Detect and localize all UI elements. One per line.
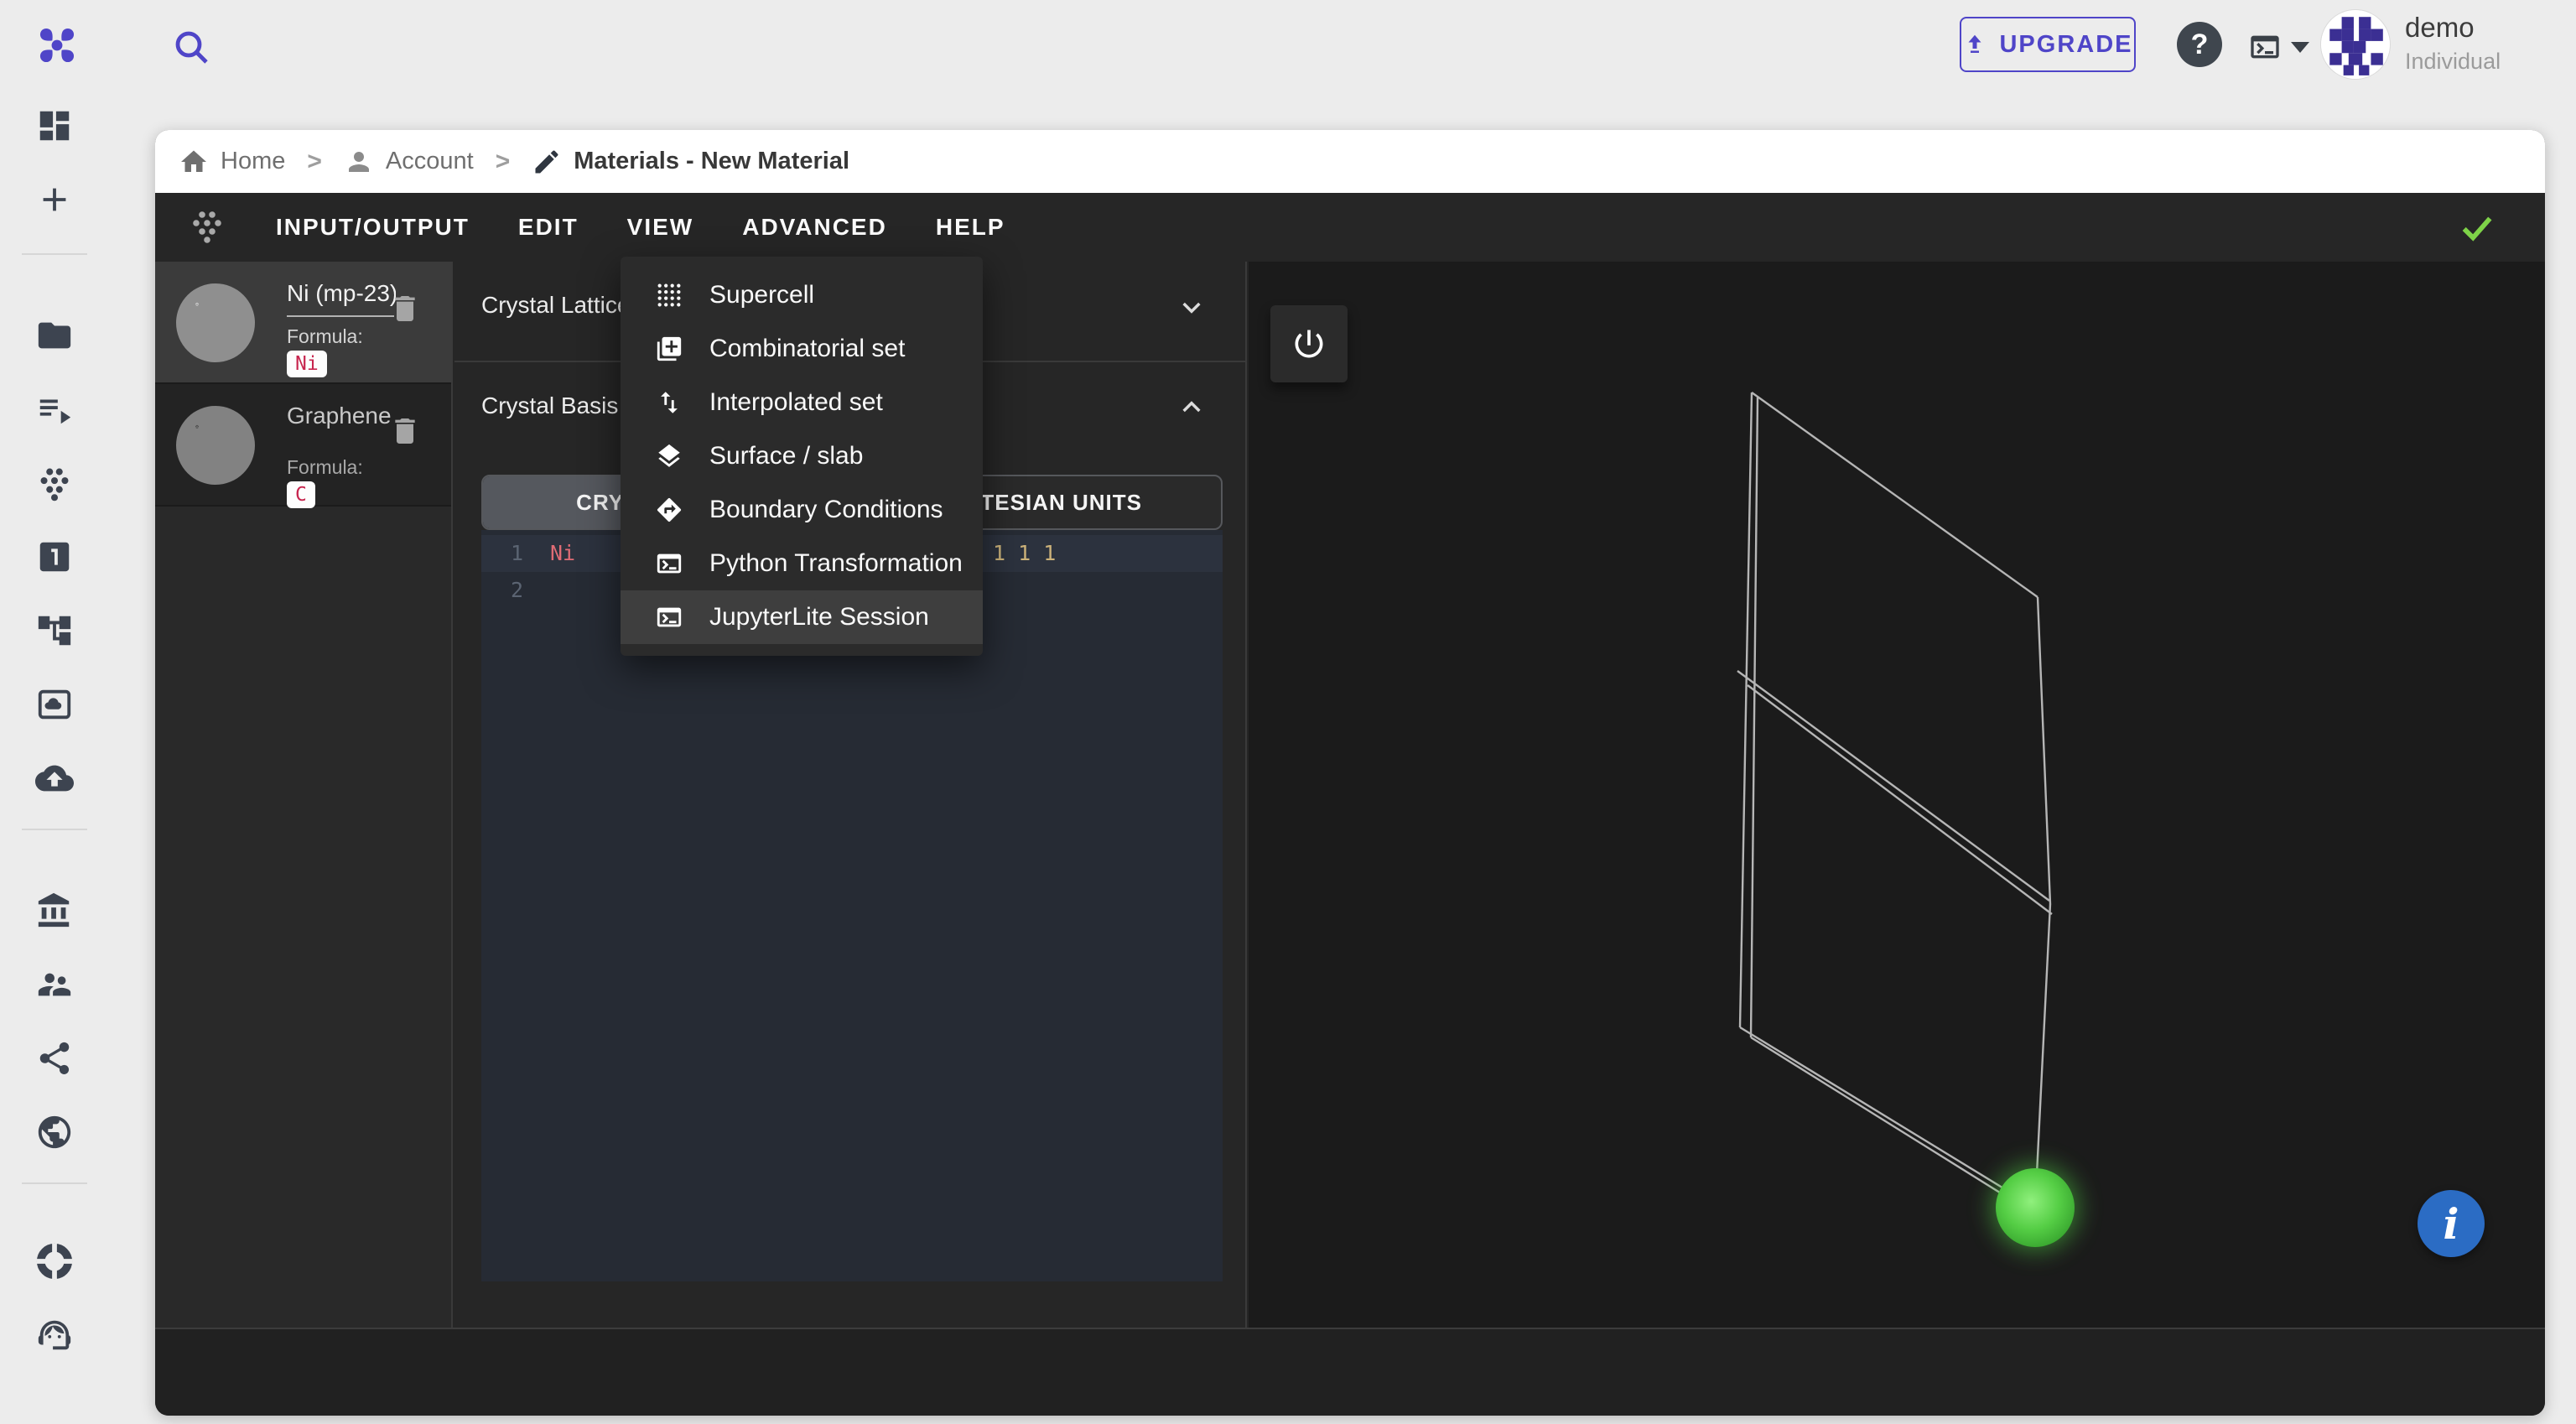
avatar[interactable] (2321, 10, 2390, 79)
constraints-token: 1 1 1 (993, 541, 1057, 565)
search-icon[interactable] (171, 27, 211, 67)
topbar: UPGRADE ? demo Individual (0, 0, 2576, 130)
atoms-cluster-icon (193, 211, 221, 243)
share-icon[interactable] (28, 1032, 81, 1085)
upgrade-button[interactable]: UPGRADE (1960, 17, 2136, 72)
terminal-icon (654, 548, 684, 579)
info-icon[interactable]: i (2418, 1190, 2485, 1257)
atom-sphere (1996, 1168, 2075, 1247)
user-name: demo (2405, 12, 2475, 43)
section-title: Crystal Basis (481, 392, 619, 418)
material-name: Ni (mp-23) (287, 280, 396, 306)
workspace: Ni (mp-23) Formula: Ni Graphene (... For… (155, 262, 2545, 1328)
formula-badge: Ni (287, 351, 327, 377)
layers-icon (654, 441, 684, 471)
formula-badge: C (287, 481, 315, 508)
rail-divider (22, 253, 87, 255)
advanced-dropdown-menu: Supercell Combinatorial set Interpolated… (621, 257, 983, 656)
material-name: Graphene (... (287, 403, 396, 429)
menu-item-interpolated-set[interactable]: Interpolated set (621, 376, 983, 429)
breadcrumb-account[interactable]: Account (344, 147, 474, 177)
breadcrumb: Home > Account > Materials - New Materia… (155, 130, 2545, 193)
upgrade-label: UPGRADE (1999, 30, 2133, 58)
section-title: Crystal Lattice (481, 292, 631, 318)
chevron-up-icon (1182, 401, 1201, 413)
menu-item-python-transformation[interactable]: Python Transformation (621, 537, 983, 590)
atoms-icon[interactable] (28, 456, 81, 510)
add-icon[interactable] (28, 173, 81, 226)
swap-vert-icon (654, 387, 684, 418)
globe-icon[interactable] (28, 1105, 81, 1159)
person-icon (348, 151, 369, 172)
help-icon[interactable]: ? (2177, 22, 2222, 67)
console-icon (2251, 35, 2279, 59)
user-plan: Individual (2405, 49, 2501, 74)
formula-label: Formula: (287, 456, 363, 478)
rail-divider (22, 829, 87, 830)
material-avatar-icon (176, 406, 255, 485)
menu-item-boundary-conditions[interactable]: Boundary Conditions (621, 483, 983, 537)
menu-view[interactable]: VIEW (627, 214, 694, 241)
element-token: Ni (550, 541, 576, 565)
bottom-toolbar (155, 1328, 2545, 1416)
breadcrumb-separator: > (307, 147, 322, 175)
menu-item-jupyterlite-session[interactable]: JupyterLite Session (621, 590, 983, 644)
dashboard-icon[interactable] (28, 99, 81, 153)
chevron-down-icon (1182, 302, 1201, 314)
materials-sidebar: Ni (mp-23) Formula: Ni Graphene (... For… (155, 262, 453, 1328)
account-tree-icon[interactable] (28, 604, 81, 657)
designer-menubar: INPUT/OUTPUT EDIT VIEW ADVANCED HELP (155, 193, 2545, 262)
looks-one-icon[interactable] (28, 530, 81, 584)
directions-icon (654, 495, 684, 525)
playlist-play-icon[interactable] (28, 382, 81, 436)
image-cloud-icon[interactable] (28, 678, 81, 731)
menu-edit[interactable]: EDIT (518, 214, 579, 241)
console-menu-button[interactable] (2246, 29, 2318, 65)
library-add-icon (654, 334, 684, 364)
formula-label: Formula: (287, 325, 363, 347)
home-icon (181, 150, 206, 172)
material-item-graphene[interactable]: Graphene (... Formula: C (155, 384, 451, 508)
trash-icon[interactable] (388, 290, 422, 329)
upgrade-icon (1968, 34, 1981, 53)
line-number: 1 (510, 541, 523, 565)
support-wheel-icon[interactable] (28, 1234, 81, 1288)
breadcrumb-current: Materials - New Material (532, 147, 849, 177)
menu-item-supercell[interactable]: Supercell (621, 268, 983, 322)
caret-down-icon (2291, 41, 2309, 53)
breadcrumb-separator: > (495, 147, 511, 175)
groups-icon[interactable] (28, 958, 81, 1011)
mat3ra-logo[interactable] (34, 22, 80, 69)
trash-icon[interactable] (388, 413, 422, 451)
power-icon[interactable] (1270, 305, 1348, 382)
breadcrumb-home[interactable]: Home (179, 147, 285, 177)
bank-icon[interactable] (28, 884, 81, 938)
rail-divider (22, 1182, 87, 1184)
menu-item-surface-slab[interactable]: Surface / slab (621, 429, 983, 483)
terminal-icon (654, 602, 684, 632)
check-icon[interactable] (2458, 208, 2496, 247)
menu-advanced[interactable]: ADVANCED (742, 214, 887, 241)
main-card: Home > Account > Materials - New Materia… (155, 130, 2545, 1416)
menu-input-output[interactable]: INPUT/OUTPUT (276, 214, 470, 241)
material-avatar-icon (176, 283, 255, 362)
menu-item-combinatorial-set[interactable]: Combinatorial set (621, 322, 983, 376)
folder-icon[interactable] (28, 309, 81, 362)
line-number: 2 (510, 578, 523, 602)
three-d-viewer[interactable]: i (1249, 262, 2545, 1328)
material-item-ni[interactable]: Ni (mp-23) Formula: Ni (155, 262, 451, 384)
pencil-icon (535, 149, 558, 173)
menu-help[interactable]: HELP (936, 214, 1005, 241)
supercell-grid-icon (654, 280, 684, 310)
headset-icon[interactable] (28, 1308, 81, 1362)
unit-cell-wireframe (1737, 392, 2079, 1251)
material-name-underline (287, 315, 394, 317)
left-rail (0, 92, 109, 1424)
cloud-upload-icon[interactable] (28, 751, 81, 805)
